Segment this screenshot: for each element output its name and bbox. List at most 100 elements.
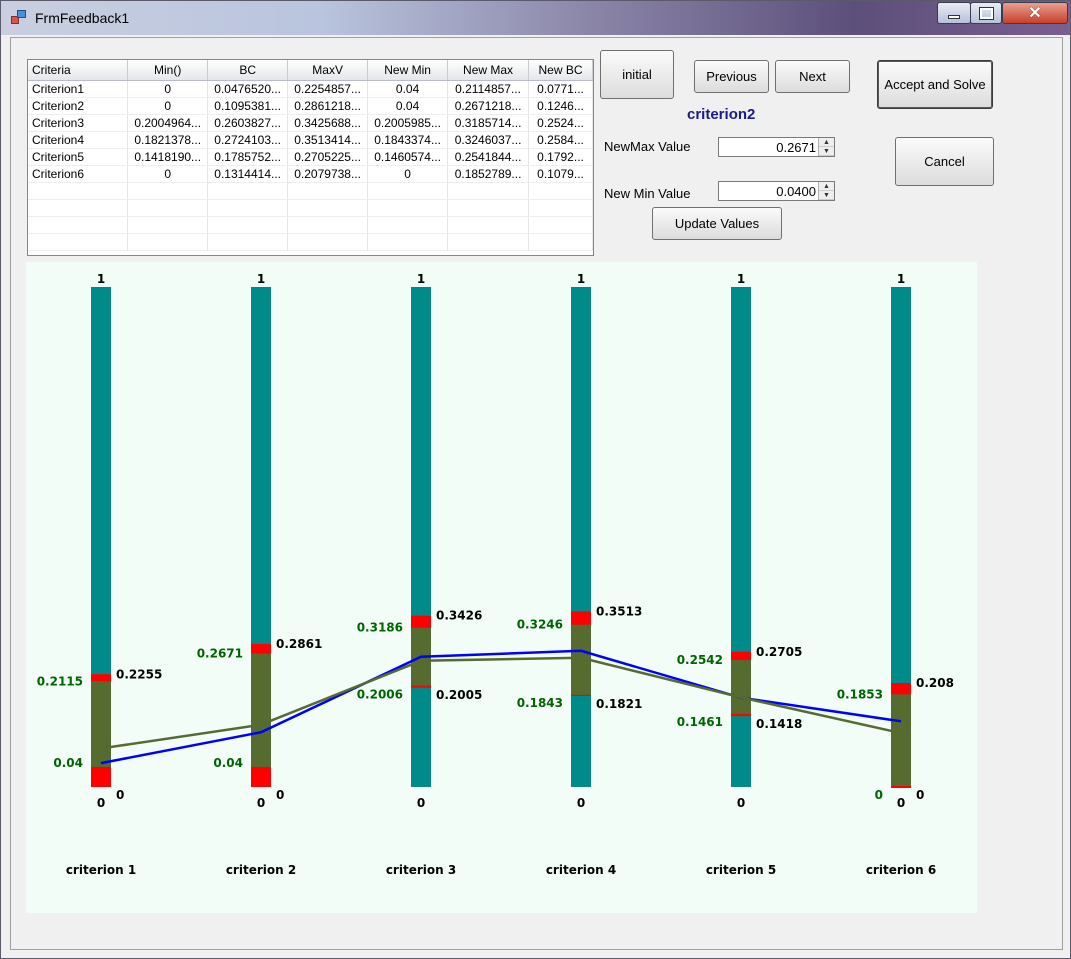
spin-up-icon[interactable]: ▲ <box>819 138 834 147</box>
maximize-button[interactable] <box>970 2 1002 24</box>
table-cell[interactable]: 0.1843374... <box>367 131 449 149</box>
col-header-criteria[interactable]: Criteria <box>28 60 129 81</box>
table-cell[interactable]: 0 <box>127 97 209 115</box>
title-bar[interactable]: FrmFeedback1 ✕ <box>1 1 1070 35</box>
col-header-maxv[interactable]: MaxV <box>287 60 369 81</box>
table-cell[interactable]: Criterion5 <box>28 148 129 166</box>
col-header-new-min[interactable]: New Min <box>367 60 449 81</box>
newmax-arrows[interactable]: ▲ ▼ <box>818 138 834 156</box>
newmax-spinner[interactable]: 0.2671 ▲ ▼ <box>718 137 835 157</box>
table-cell[interactable]: 0.2079738... <box>287 165 369 183</box>
upper-limit-mark <box>731 651 751 660</box>
minimize-icon <box>948 15 960 19</box>
table-row[interactable]: Criterion5 0.1418190... 0.1785752... 0.2705… <box>28 148 593 166</box>
previous-button[interactable]: Previous <box>694 60 769 93</box>
grid-body: Criterion1 0 0.0476520... 0.2254857... 0.04 0… <box>28 80 593 251</box>
table-row[interactable]: Criterion1 0 0.0476520... 0.2254857... 0.04 0… <box>28 80 593 98</box>
empty-row <box>28 182 593 200</box>
table-cell[interactable]: 0.1079... <box>528 165 593 183</box>
table-cell[interactable]: Criterion4 <box>28 131 129 149</box>
criterion-axis-label: criterion 3 <box>386 863 456 877</box>
table-cell[interactable]: 0.1852789... <box>447 165 530 183</box>
cancel-button[interactable]: Cancel <box>895 137 994 186</box>
empty-cell <box>287 233 369 251</box>
table-cell[interactable]: 0.1821378... <box>127 131 209 149</box>
table-cell[interactable]: 0.2861218... <box>287 97 369 115</box>
empty-cell <box>528 182 593 200</box>
table-cell[interactable]: 0.1314414... <box>207 165 289 183</box>
table-row[interactable]: Criterion4 0.1821378... 0.2724103... 0.3513… <box>28 131 593 149</box>
table-row[interactable]: Criterion2 0 0.1095381... 0.2861218... 0.04 0… <box>28 97 593 115</box>
table-cell[interactable]: 0.04 <box>367 80 449 98</box>
min-value-label: 0 <box>116 788 124 802</box>
range-bar <box>251 643 271 787</box>
table-cell[interactable]: Criterion1 <box>28 80 129 98</box>
update-values-button[interactable]: Update Values <box>652 207 782 240</box>
table-cell[interactable]: 0.0476520... <box>207 80 289 98</box>
client-area: Criteria Min() BC MaxV New Min New Max N… <box>10 37 1063 950</box>
lower-limit-mark <box>91 767 111 787</box>
table-cell[interactable]: Criterion3 <box>28 114 129 132</box>
col-header-bc[interactable]: BC <box>207 60 289 81</box>
newmin-arrows[interactable]: ▲ ▼ <box>818 182 834 200</box>
min-value-label: 0.1821 <box>596 697 642 711</box>
criteria-grid[interactable]: Criteria Min() BC MaxV New Min New Max N… <box>27 59 594 256</box>
maximize-icon <box>978 6 994 20</box>
col-header-new-bc[interactable]: New BC <box>528 60 593 81</box>
spin-down-icon[interactable]: ▼ <box>819 147 834 156</box>
table-cell[interactable]: Criterion6 <box>28 165 129 183</box>
table-cell[interactable]: 0.2584... <box>528 131 593 149</box>
table-cell[interactable]: 0.1792... <box>528 148 593 166</box>
table-cell[interactable]: 0.2671218... <box>447 97 530 115</box>
col-header-new-max[interactable]: New Max <box>447 60 530 81</box>
table-row[interactable]: Criterion6 0 0.1314414... 0.2079738... 0 0.18… <box>28 165 593 183</box>
table-cell[interactable]: 0.1418190... <box>127 148 209 166</box>
table-cell[interactable]: 0.0771... <box>528 80 593 98</box>
new-min-value-label: 0.04 <box>53 756 83 770</box>
empty-row <box>28 199 593 217</box>
empty-cell <box>367 216 449 234</box>
chart-svg: 1 0 0.2255 0.2115 0 0.04 criterion 1 1 0 0.2861 0.… <box>37 272 954 877</box>
accept-and-solve-button[interactable]: Accept and Solve <box>877 60 993 109</box>
table-cell[interactable]: 0.2724103... <box>207 131 289 149</box>
table-cell[interactable]: 0.2603827... <box>207 114 289 132</box>
table-cell[interactable]: 0.1095381... <box>207 97 289 115</box>
bar-bottom-label: 0 <box>737 796 745 810</box>
newmin-spinner[interactable]: 0.0400 ▲ ▼ <box>718 181 835 201</box>
upper-limit-mark <box>571 611 591 625</box>
table-cell[interactable]: 0.2524... <box>528 114 593 132</box>
table-cell[interactable]: 0.3425688... <box>287 114 369 132</box>
spin-down-icon[interactable]: ▼ <box>819 191 834 200</box>
empty-cell <box>127 216 209 234</box>
table-cell[interactable]: 0.04 <box>367 97 449 115</box>
minimize-button[interactable] <box>937 2 971 24</box>
table-cell[interactable]: Criterion2 <box>28 97 129 115</box>
table-cell[interactable]: 0.3513414... <box>287 131 369 149</box>
table-cell[interactable]: 0.3185714... <box>447 114 530 132</box>
initial-button[interactable]: initial <box>600 50 674 99</box>
table-cell[interactable]: 0.2254857... <box>287 80 369 98</box>
table-cell[interactable]: 0.2005985... <box>367 114 449 132</box>
spin-up-icon[interactable]: ▲ <box>819 182 834 191</box>
table-cell[interactable]: 0.3246037... <box>447 131 530 149</box>
new-max-value-label: 0.1853 <box>837 687 883 701</box>
table-cell[interactable]: 0.2705225... <box>287 148 369 166</box>
min-value-label: 0 <box>916 788 924 802</box>
table-cell[interactable]: 0.2004964... <box>127 114 209 132</box>
next-button[interactable]: Next <box>775 60 850 93</box>
table-cell[interactable]: 0 <box>127 80 209 98</box>
max-value-label: 0.2255 <box>116 667 162 681</box>
close-button[interactable]: ✕ <box>1002 2 1068 24</box>
table-cell[interactable]: 0 <box>127 165 209 183</box>
newmax-value[interactable]: 0.2671 <box>776 140 816 155</box>
table-cell[interactable]: 0 <box>367 165 449 183</box>
newmin-value[interactable]: 0.0400 <box>776 184 816 199</box>
table-cell[interactable]: 0.1246... <box>528 97 593 115</box>
table-cell[interactable]: 0.2541844... <box>447 148 530 166</box>
table-row[interactable]: Criterion3 0.2004964... 0.2603827... 0.3425… <box>28 114 593 132</box>
col-header-min[interactable]: Min() <box>127 60 209 81</box>
newmax-label: NewMax Value <box>604 139 691 154</box>
table-cell[interactable]: 0.1785752... <box>207 148 289 166</box>
table-cell[interactable]: 0.2114857... <box>447 80 530 98</box>
table-cell[interactable]: 0.1460574... <box>367 148 449 166</box>
